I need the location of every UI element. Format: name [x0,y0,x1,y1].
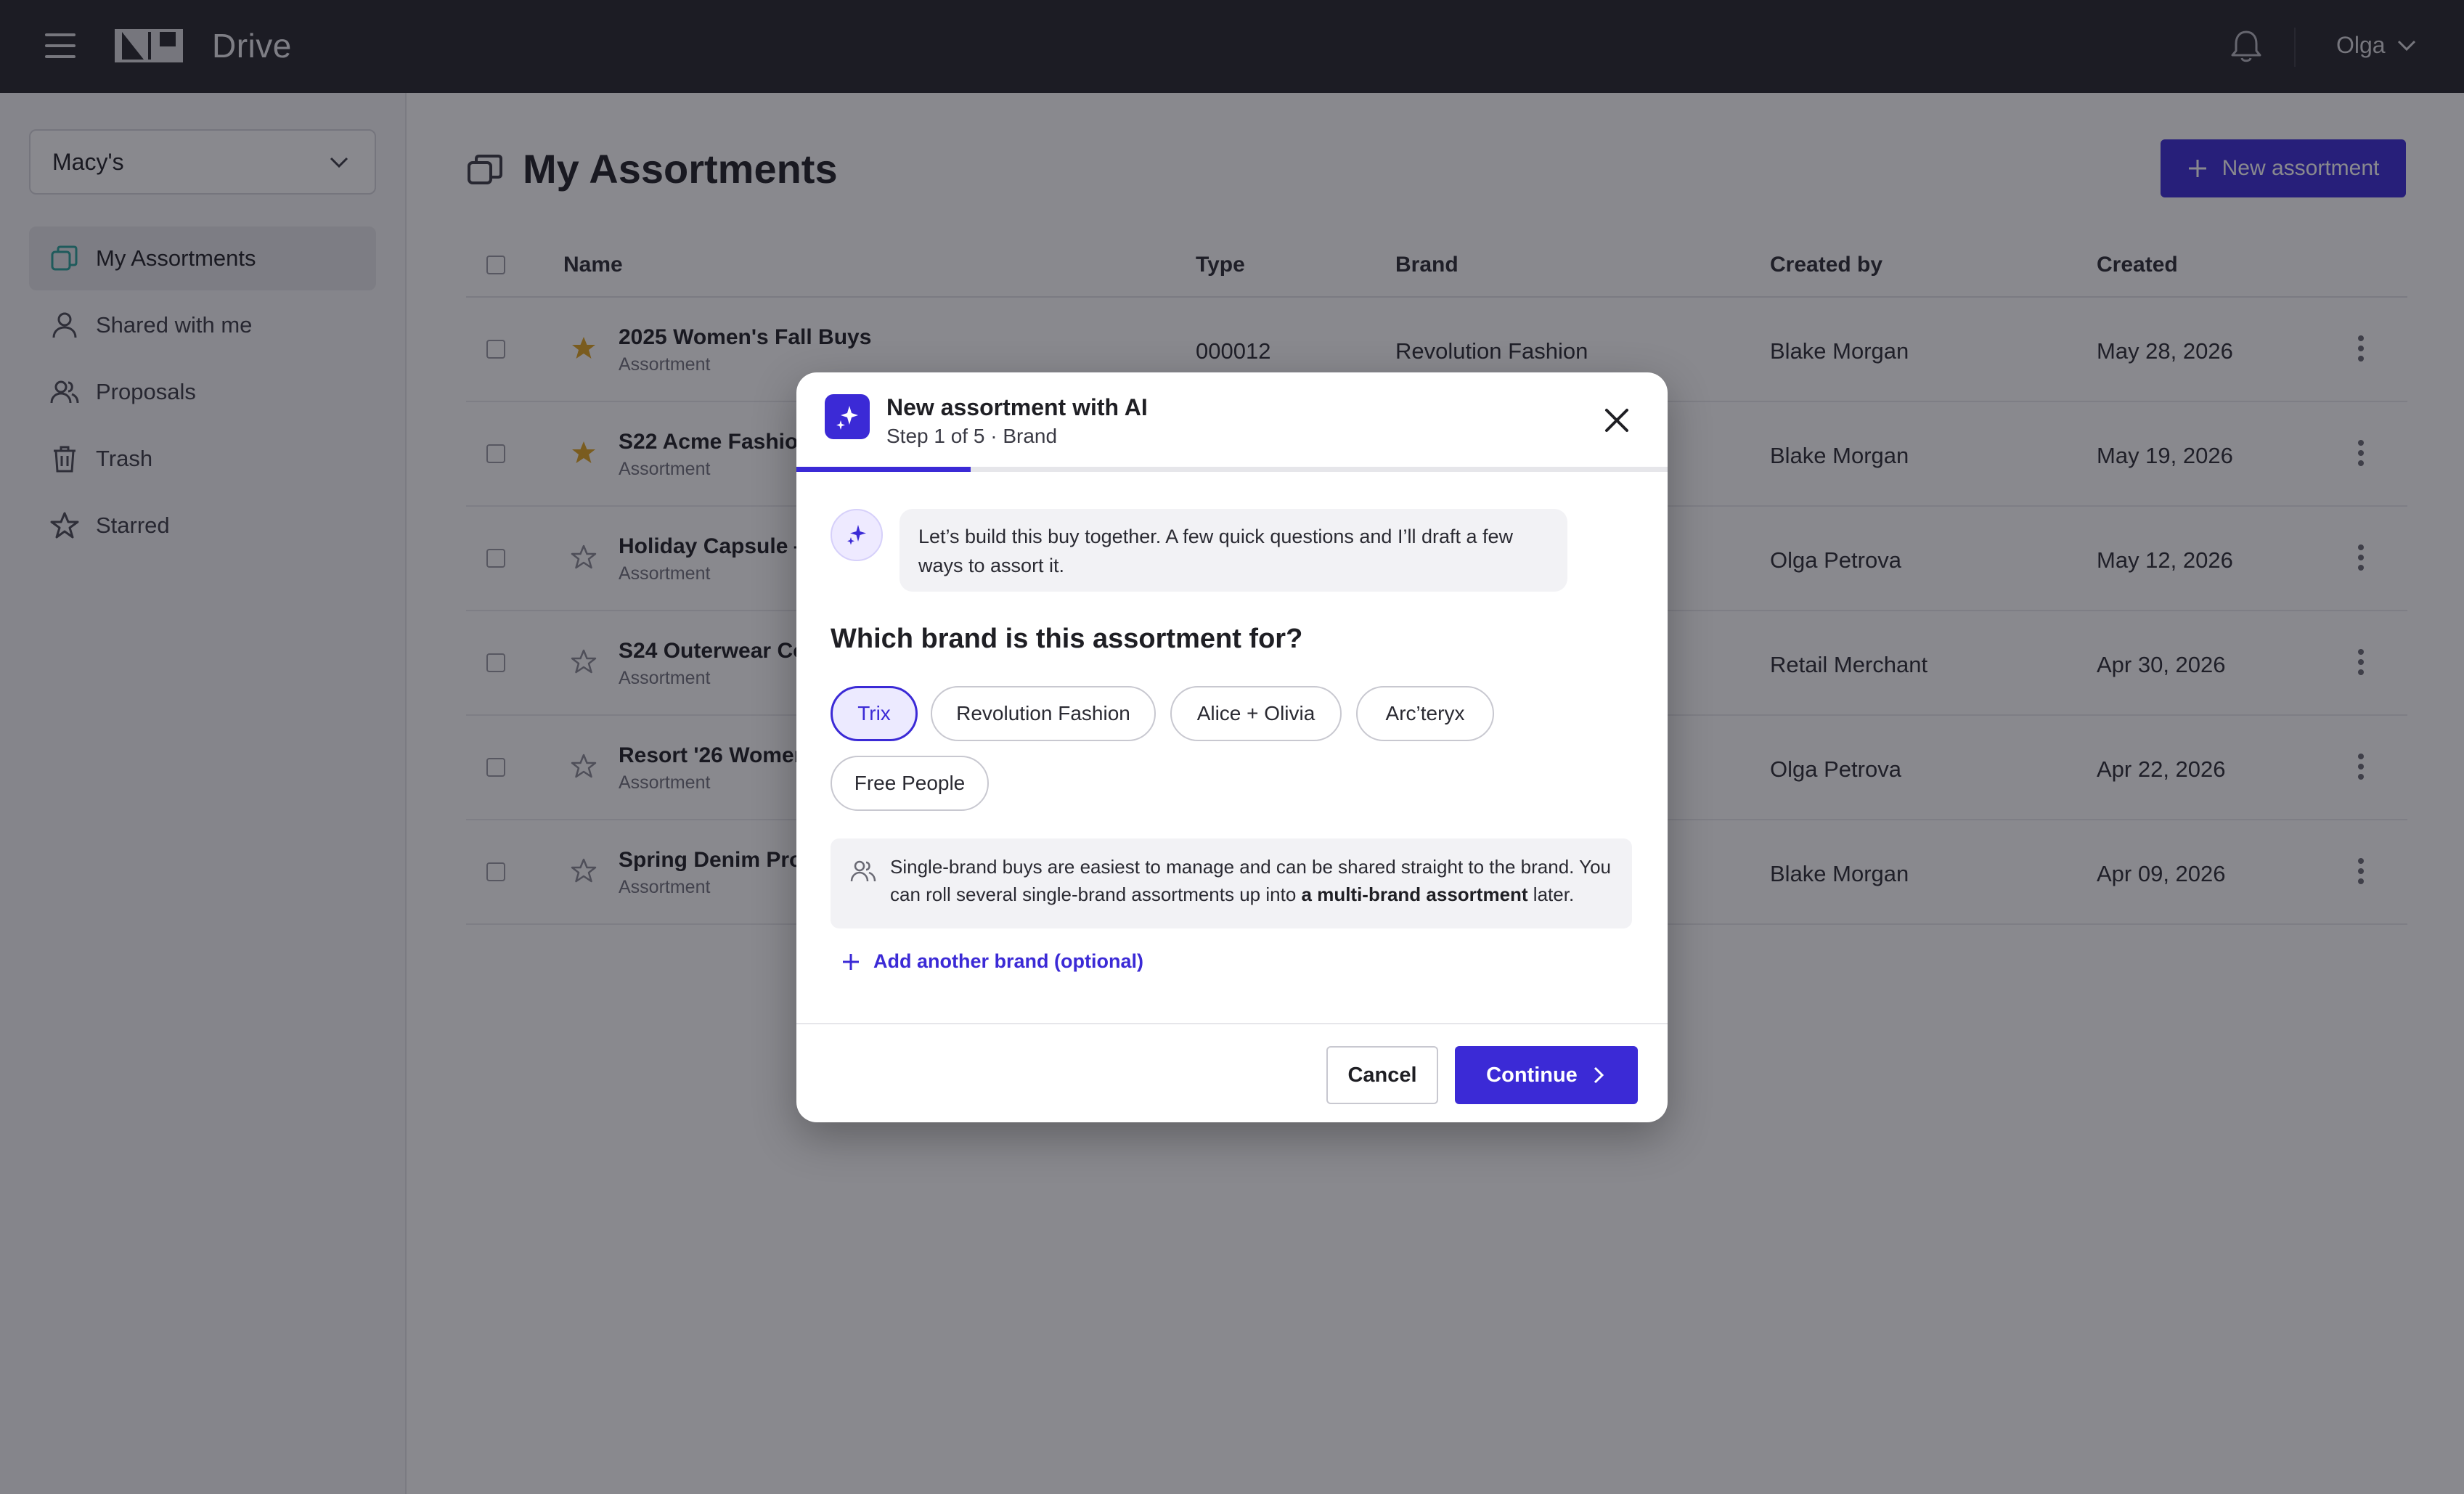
brand-question: Which brand is this assortment for? [831,624,1303,654]
continue-label: Continue [1486,1063,1578,1087]
add-another-brand-link[interactable]: Add another brand (optional) [841,950,1143,973]
info-text: Single-brand buys are easiest to manage … [890,853,1616,908]
people-icon [850,860,876,882]
continue-button[interactable]: Continue [1455,1046,1638,1104]
info-callout: Single-brand buys are easiest to manage … [831,838,1632,928]
ai-avatar [831,509,883,561]
add-brand-label: Add another brand (optional) [873,950,1143,972]
info-text-part: later. [1527,883,1575,905]
cancel-button[interactable]: Cancel [1326,1046,1438,1104]
brand-chip-free-people[interactable]: Free People [831,756,989,811]
new-assortment-modal: New assortment with AI Step 1 of 5 · Bra… [796,372,1668,1122]
ai-message-bubble: Let’s build this buy together. A few qui… [899,509,1567,592]
step-progress-bar [796,467,1668,472]
info-text-bold: a multi-brand assortment [1301,883,1528,905]
modal-header: New assortment with AI Step 1 of 5 · Bra… [796,372,1668,467]
ai-sparkle-icon [825,394,870,439]
modal-step: Step 1 of 5 · Brand [886,425,1058,447]
step-progress-fill [796,467,971,472]
brand-chip-revolution-fashion[interactable]: Revolution Fashion [931,686,1156,741]
modal-footer: Cancel Continue [796,1023,1668,1122]
brand-chip-alice-olivia[interactable]: Alice + Olivia [1170,686,1342,741]
plus-icon [843,953,859,970]
close-icon[interactable] [1602,406,1631,435]
brand-chip-arcteryx[interactable]: Arc’teryx [1356,686,1494,741]
modal-title: New assortment with AI [886,394,1148,420]
brand-chip-trix[interactable]: Trix [831,686,918,741]
ai-sparkle-icon [847,525,866,545]
chevron-right-icon [1594,1066,1604,1084]
